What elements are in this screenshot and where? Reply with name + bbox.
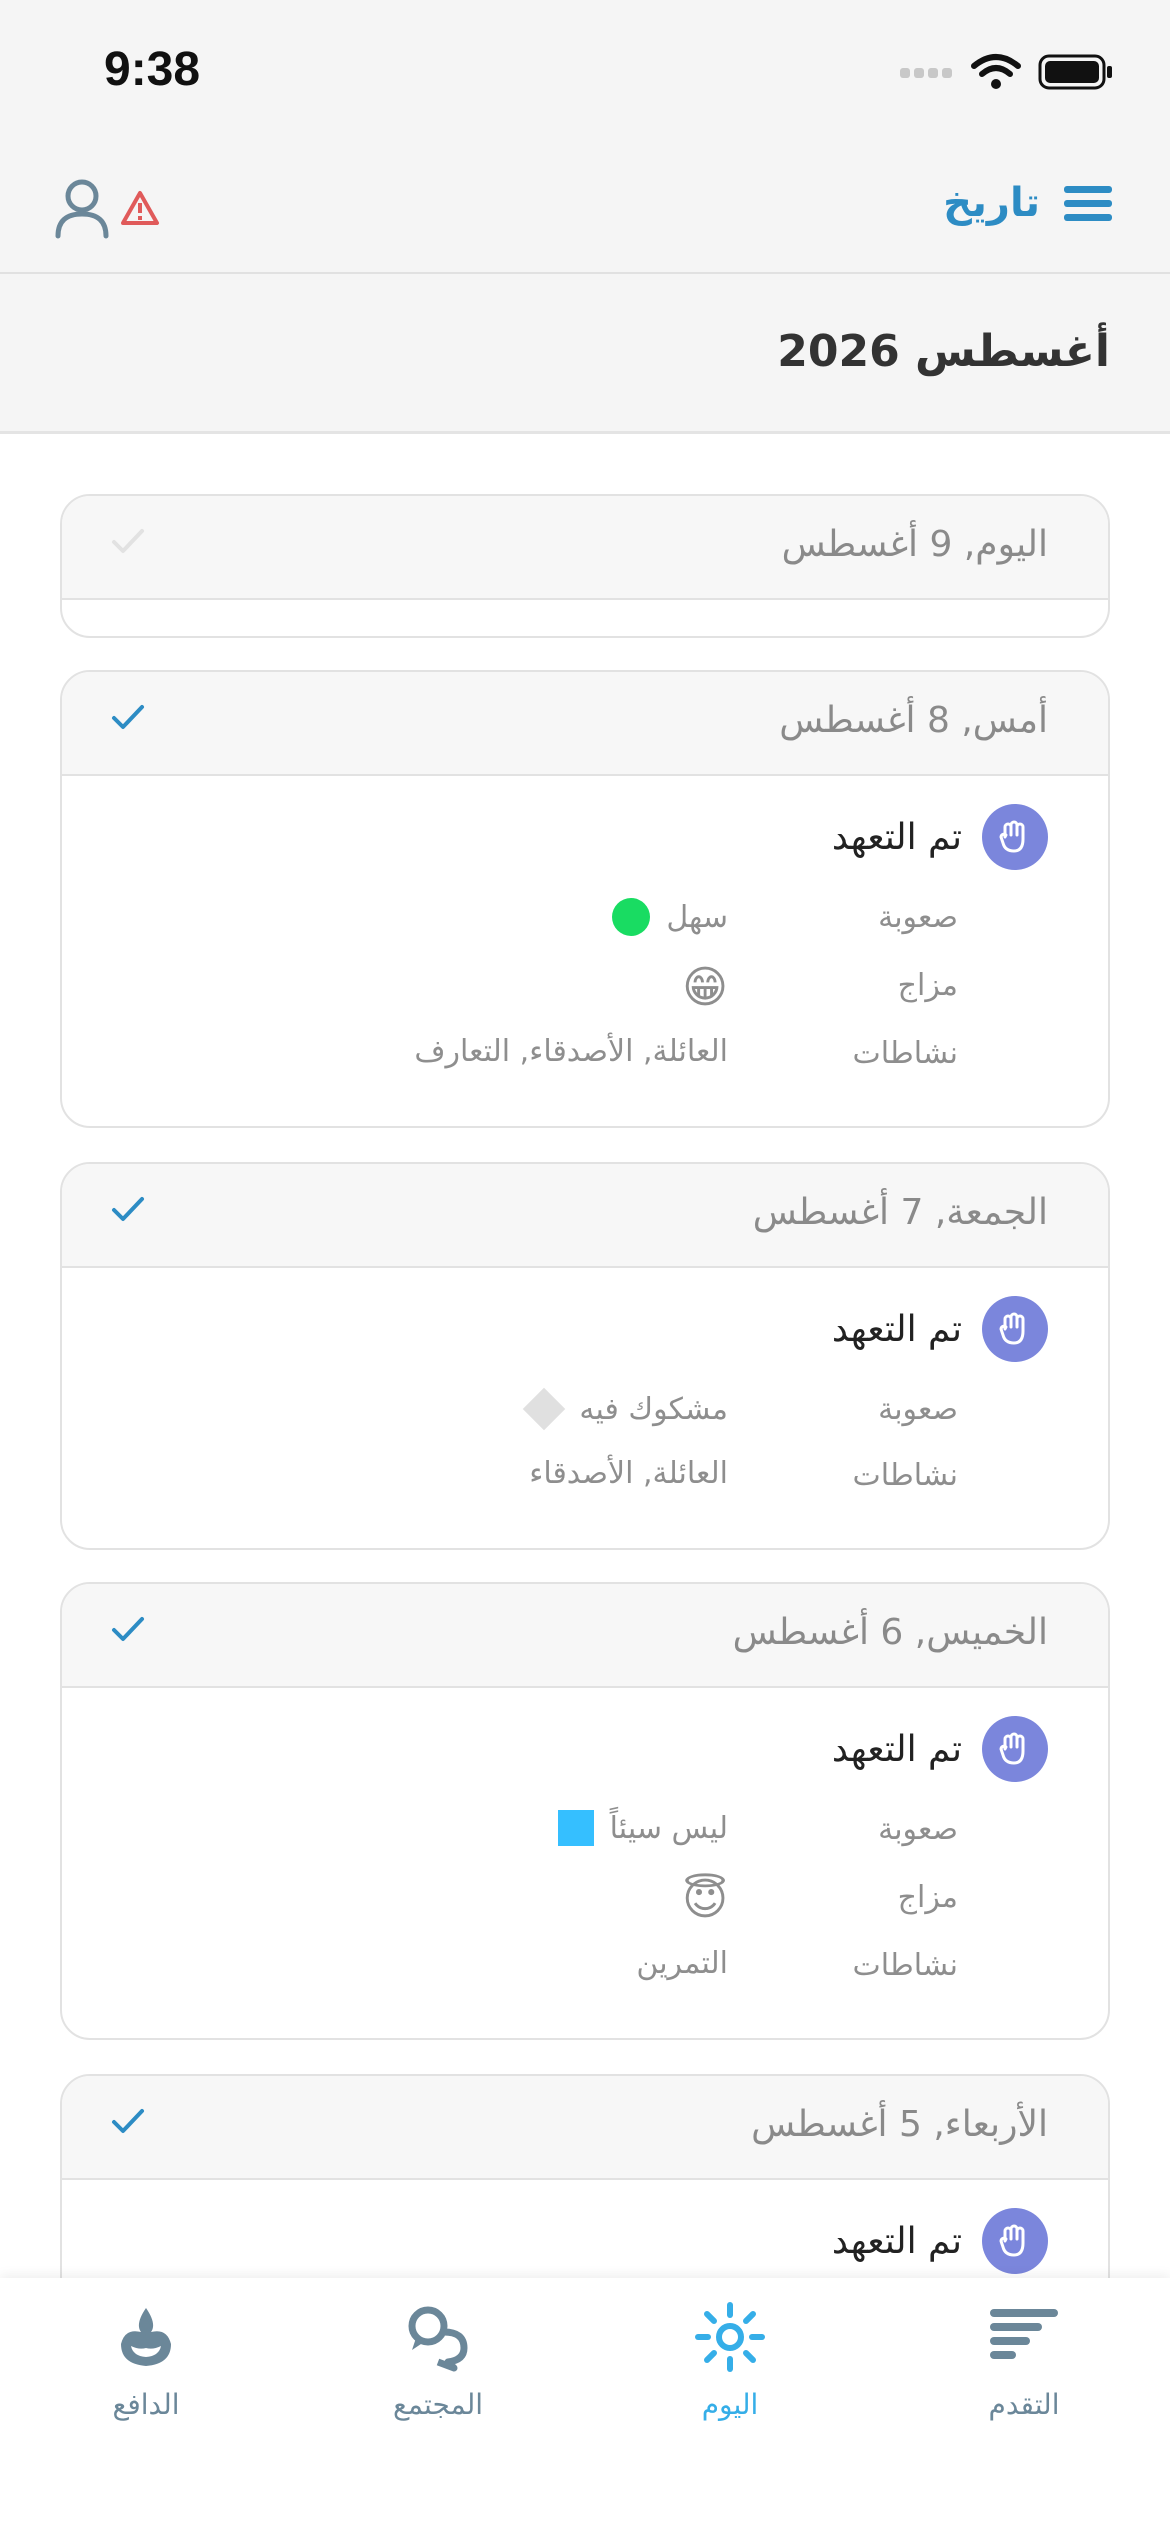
pledge-hand-icon <box>982 2208 1048 2274</box>
mood-label: مزاج <box>897 1880 958 1915</box>
sun-icon <box>695 2302 765 2372</box>
pledge-text: تم التعهد <box>831 1728 962 1770</box>
history-card[interactable]: الأربعاء, 5 أغسطس تم التعهد <box>60 2074 1110 2278</box>
pledge-hand-icon <box>982 1296 1048 1362</box>
check-icon <box>112 705 144 729</box>
card-date: الخميس, 6 أغسطس <box>732 1612 1048 1653</box>
mood-emoji: 😇 <box>682 1874 728 1925</box>
tab-motivation[interactable]: الدافع <box>46 2292 246 2421</box>
activities-label: نشاطات <box>852 1948 958 1983</box>
mood-row: مزاج 😇 <box>238 1874 958 1924</box>
activities-label: نشاطات <box>852 1036 958 1071</box>
motivation-icon <box>121 2308 171 2366</box>
nav-bar: تاريخ <box>0 140 1170 274</box>
tab-today[interactable]: اليوم <box>630 2292 830 2421</box>
tab-community[interactable]: المجتمع <box>338 2292 538 2421</box>
check-icon <box>112 1617 144 1641</box>
profile-icon[interactable] <box>54 176 114 240</box>
check-icon <box>112 2109 144 2133</box>
history-list[interactable]: اليوم, 9 أغسطس أمس, 8 أغسطس تم التعهد صع… <box>0 434 1170 2278</box>
pledge-text: تم التعهد <box>831 2220 962 2262</box>
nav-title: تاريخ <box>943 180 1040 226</box>
mood-emoji: 😁 <box>682 962 728 1013</box>
difficulty-row: صعوبة مشكوك فيه <box>238 1386 958 1436</box>
activities-value: العائلة, الأصدقاء, التعارف <box>414 1034 728 1069</box>
card-date: الجمعة, 7 أغسطس <box>752 1192 1048 1233</box>
activities-row: نشاطات التمرين <box>238 1942 958 1992</box>
activities-value: التمرين <box>636 1946 728 1981</box>
history-card-today[interactable]: اليوم, 9 أغسطس <box>60 494 1110 638</box>
card-header: الخميس, 6 أغسطس <box>62 1584 1108 1688</box>
battery-icon <box>1038 54 1112 90</box>
pledge-text: تم التعهد <box>831 1308 962 1350</box>
card-header: الجمعة, 7 أغسطس <box>62 1164 1108 1268</box>
status-time: 9:38 <box>104 43 201 96</box>
signal-icon <box>900 68 952 78</box>
card-date: أمس, 8 أغسطس <box>779 700 1048 741</box>
activities-row: نشاطات العائلة, الأصدقاء, التعارف <box>238 1030 958 1080</box>
tab-label: المجتمع <box>392 2388 484 2421</box>
check-icon <box>112 1197 144 1221</box>
mood-row: مزاج 😁 <box>238 962 958 1012</box>
not-bad-marker <box>557 1810 594 1846</box>
history-card[interactable]: الخميس, 6 أغسطس تم التعهد صعوبة ليس سيئا… <box>60 1582 1110 2040</box>
doubtful-marker <box>523 1387 566 1431</box>
check-icon <box>112 529 144 553</box>
difficulty-row: صعوبة ليس سيئاً <box>238 1806 958 1856</box>
warning-icon[interactable] <box>120 190 160 226</box>
pledge-text: تم التعهد <box>831 816 962 858</box>
difficulty-label: صعوبة <box>878 1392 958 1427</box>
activities-value: العائلة, الأصدقاء <box>529 1456 728 1491</box>
tab-progress[interactable]: التقدم <box>924 2292 1124 2421</box>
activities-row: نشاطات العائلة, الأصدقاء <box>238 1452 958 1502</box>
easy-marker <box>612 898 651 936</box>
month-header: أغسطس 2026 <box>0 274 1170 434</box>
tab-bar: الدافع المجتمع اليوم التقدم <box>0 2278 1170 2532</box>
status-icons <box>898 52 1114 92</box>
activities-label: نشاطات <box>852 1458 958 1493</box>
pledge-status: تم التعهد <box>832 2208 1048 2274</box>
difficulty-value: ليس سيئاً <box>609 1810 728 1846</box>
wifi-icon <box>971 54 1021 89</box>
tab-label: اليوم <box>701 2388 759 2421</box>
history-card[interactable]: أمس, 8 أغسطس تم التعهد صعوبة سهل مزاج 😁 … <box>60 670 1110 1128</box>
card-header: أمس, 8 أغسطس <box>62 672 1108 776</box>
menu-icon[interactable] <box>1062 183 1114 223</box>
month-title: أغسطس 2026 <box>777 326 1110 377</box>
pledge-status: تم التعهد <box>832 1716 1048 1782</box>
difficulty-label: صعوبة <box>878 1812 958 1847</box>
difficulty-label: صعوبة <box>878 900 958 935</box>
pledge-hand-icon <box>982 804 1048 870</box>
progress-icon <box>990 2309 1058 2359</box>
tab-label: الدافع <box>112 2388 180 2421</box>
card-date: اليوم, 9 أغسطس <box>781 524 1048 565</box>
community-icon <box>408 2306 468 2372</box>
pledge-status: تم التعهد <box>832 804 1048 870</box>
pledge-hand-icon <box>982 1716 1048 1782</box>
difficulty-row: صعوبة سهل <box>238 894 958 944</box>
pledge-status: تم التعهد <box>832 1296 1048 1362</box>
mood-label: مزاج <box>897 968 958 1003</box>
card-header: اليوم, 9 أغسطس <box>62 496 1108 600</box>
tab-label: التقدم <box>988 2388 1060 2421</box>
nav-title-group[interactable]: تاريخ <box>943 180 1114 226</box>
status-bar: 9:38 <box>0 0 1170 140</box>
history-card[interactable]: الجمعة, 7 أغسطس تم التعهد صعوبة مشكوك في… <box>60 1162 1110 1550</box>
card-header: الأربعاء, 5 أغسطس <box>62 2076 1108 2180</box>
difficulty-value: سهل <box>666 899 728 935</box>
card-date: الأربعاء, 5 أغسطس <box>751 2104 1048 2145</box>
difficulty-value: مشكوك فيه <box>579 1391 728 1427</box>
